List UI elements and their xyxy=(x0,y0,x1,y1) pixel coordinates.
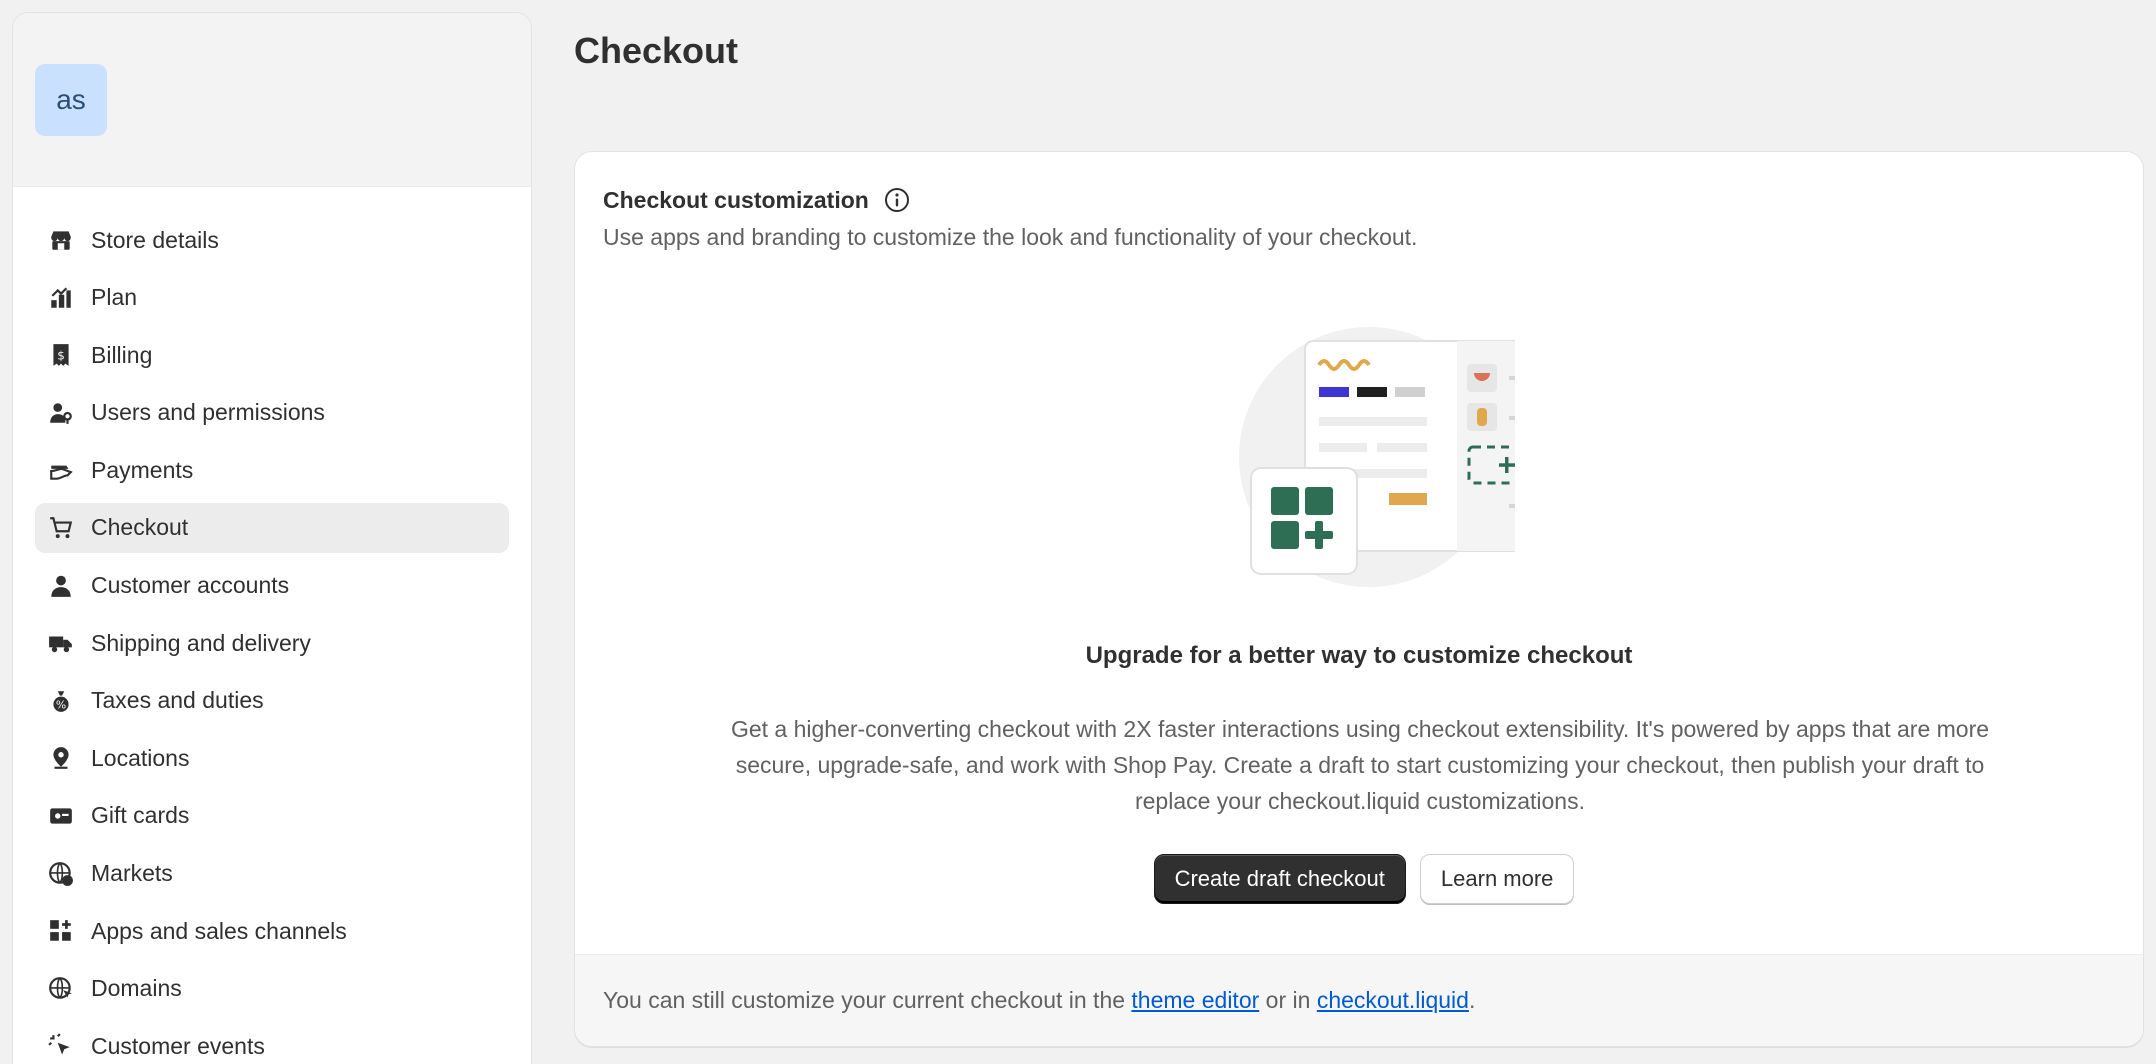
payments-icon xyxy=(45,454,77,486)
sidebar-item-label: Taxes and duties xyxy=(91,687,264,714)
sidebar-item-markets[interactable]: Markets xyxy=(35,849,509,899)
sidebar-item-locations[interactable]: Locations xyxy=(35,733,509,783)
sidebar-item-label: Checkout xyxy=(91,514,189,541)
person-icon xyxy=(45,570,77,602)
sidebar-item-label: Customer events xyxy=(91,1032,265,1059)
sidebar-item-label: Users and permissions xyxy=(91,399,325,426)
checkout-customization-card: Checkout customization Use apps and bran… xyxy=(574,151,2144,1047)
card-actions: Create draft checkout Learn more xyxy=(575,854,2143,904)
sidebar-item-label: Payments xyxy=(91,456,194,483)
sidebar-item-label: Billing xyxy=(91,341,153,368)
sidebar-item-label: Shipping and delivery xyxy=(91,629,311,656)
sidebar-item-label: Apps and sales channels xyxy=(91,917,347,944)
globe-cursor-icon xyxy=(45,973,77,1005)
card-title: Checkout customization xyxy=(603,186,911,214)
checkout-liquid-link[interactable]: checkout.liquid xyxy=(1317,987,1469,1014)
sidebar-item-customer-accounts[interactable]: Customer accounts xyxy=(35,561,509,611)
globe-dollar-icon xyxy=(45,858,77,890)
location-icon xyxy=(45,742,77,774)
create-draft-checkout-button[interactable]: Create draft checkout xyxy=(1153,854,1406,904)
svg-text:$: $ xyxy=(57,349,65,363)
users-icon xyxy=(45,397,77,429)
footer-text-suffix: . xyxy=(1468,987,1476,1013)
page-title: Checkout xyxy=(574,30,739,71)
sidebar-item-taxes-and-duties[interactable]: % Taxes and duties xyxy=(35,676,509,726)
footer-text-middle: or in xyxy=(1259,987,1317,1013)
sidebar-item-store-details[interactable]: Store details xyxy=(35,215,509,265)
gift-card-icon xyxy=(45,800,77,832)
upgrade-title: Upgrade for a better way to customize ch… xyxy=(1085,642,1633,669)
sidebar-item-label: Domains xyxy=(91,975,182,1002)
sidebar-item-label: Store details xyxy=(91,226,219,253)
sidebar-item-domains[interactable]: Domains xyxy=(35,964,509,1014)
sidebar-item-label: Plan xyxy=(91,284,138,311)
money-bag-icon: % xyxy=(45,685,77,717)
sidebar-item-label: Gift cards xyxy=(91,802,190,829)
sidebar-item-label: Markets xyxy=(91,860,173,887)
sidebar-item-payments[interactable]: Payments xyxy=(35,445,509,495)
checkout-illustration xyxy=(1215,317,1547,587)
sidebar-item-plan[interactable]: Plan xyxy=(35,273,509,323)
svg-text:%: % xyxy=(56,698,66,711)
sidebar-item-customer-events[interactable]: Customer events xyxy=(35,1021,509,1064)
sidebar-item-label: Customer accounts xyxy=(91,572,290,599)
sidebar-item-shipping-and-delivery[interactable]: Shipping and delivery xyxy=(35,618,509,668)
cart-icon xyxy=(45,512,77,544)
sidebar-header: as xyxy=(13,13,531,187)
truck-icon xyxy=(45,627,77,659)
sidebar-item-gift-cards[interactable]: Gift cards xyxy=(35,791,509,841)
store-icon xyxy=(45,224,77,256)
sidebar-item-checkout[interactable]: Checkout xyxy=(35,502,509,553)
apps-icon xyxy=(45,915,77,947)
cursor-click-icon xyxy=(45,1030,77,1062)
billing-icon: $ xyxy=(45,339,77,371)
theme-editor-link[interactable]: theme editor xyxy=(1131,987,1259,1014)
learn-more-button[interactable]: Learn more xyxy=(1419,854,1575,904)
sidebar-item-apps-and-sales-channels[interactable]: Apps and sales channels xyxy=(35,906,509,956)
info-icon[interactable] xyxy=(883,186,911,214)
plan-icon xyxy=(45,282,77,314)
store-avatar[interactable]: as xyxy=(35,64,107,136)
footer-text-prefix: You can still customize your current che… xyxy=(603,987,1132,1013)
settings-sidebar: as Store details Plan $ Billing Users and pe… xyxy=(12,12,532,1064)
settings-nav: Store details Plan $ Billing Users and permi… xyxy=(13,187,531,1064)
sidebar-item-users-and-permissions[interactable]: Users and permissions xyxy=(35,388,509,438)
sidebar-item-billing[interactable]: $ Billing xyxy=(35,330,509,380)
sidebar-item-label: Locations xyxy=(91,744,190,771)
card-title-text: Checkout customization xyxy=(603,186,869,213)
upgrade-description: Get a higher-converting checkout with 2X… xyxy=(730,716,1990,814)
card-footer: You can still customize your current che… xyxy=(575,954,2143,1046)
card-subtitle: Use apps and branding to customize the l… xyxy=(603,224,1418,250)
